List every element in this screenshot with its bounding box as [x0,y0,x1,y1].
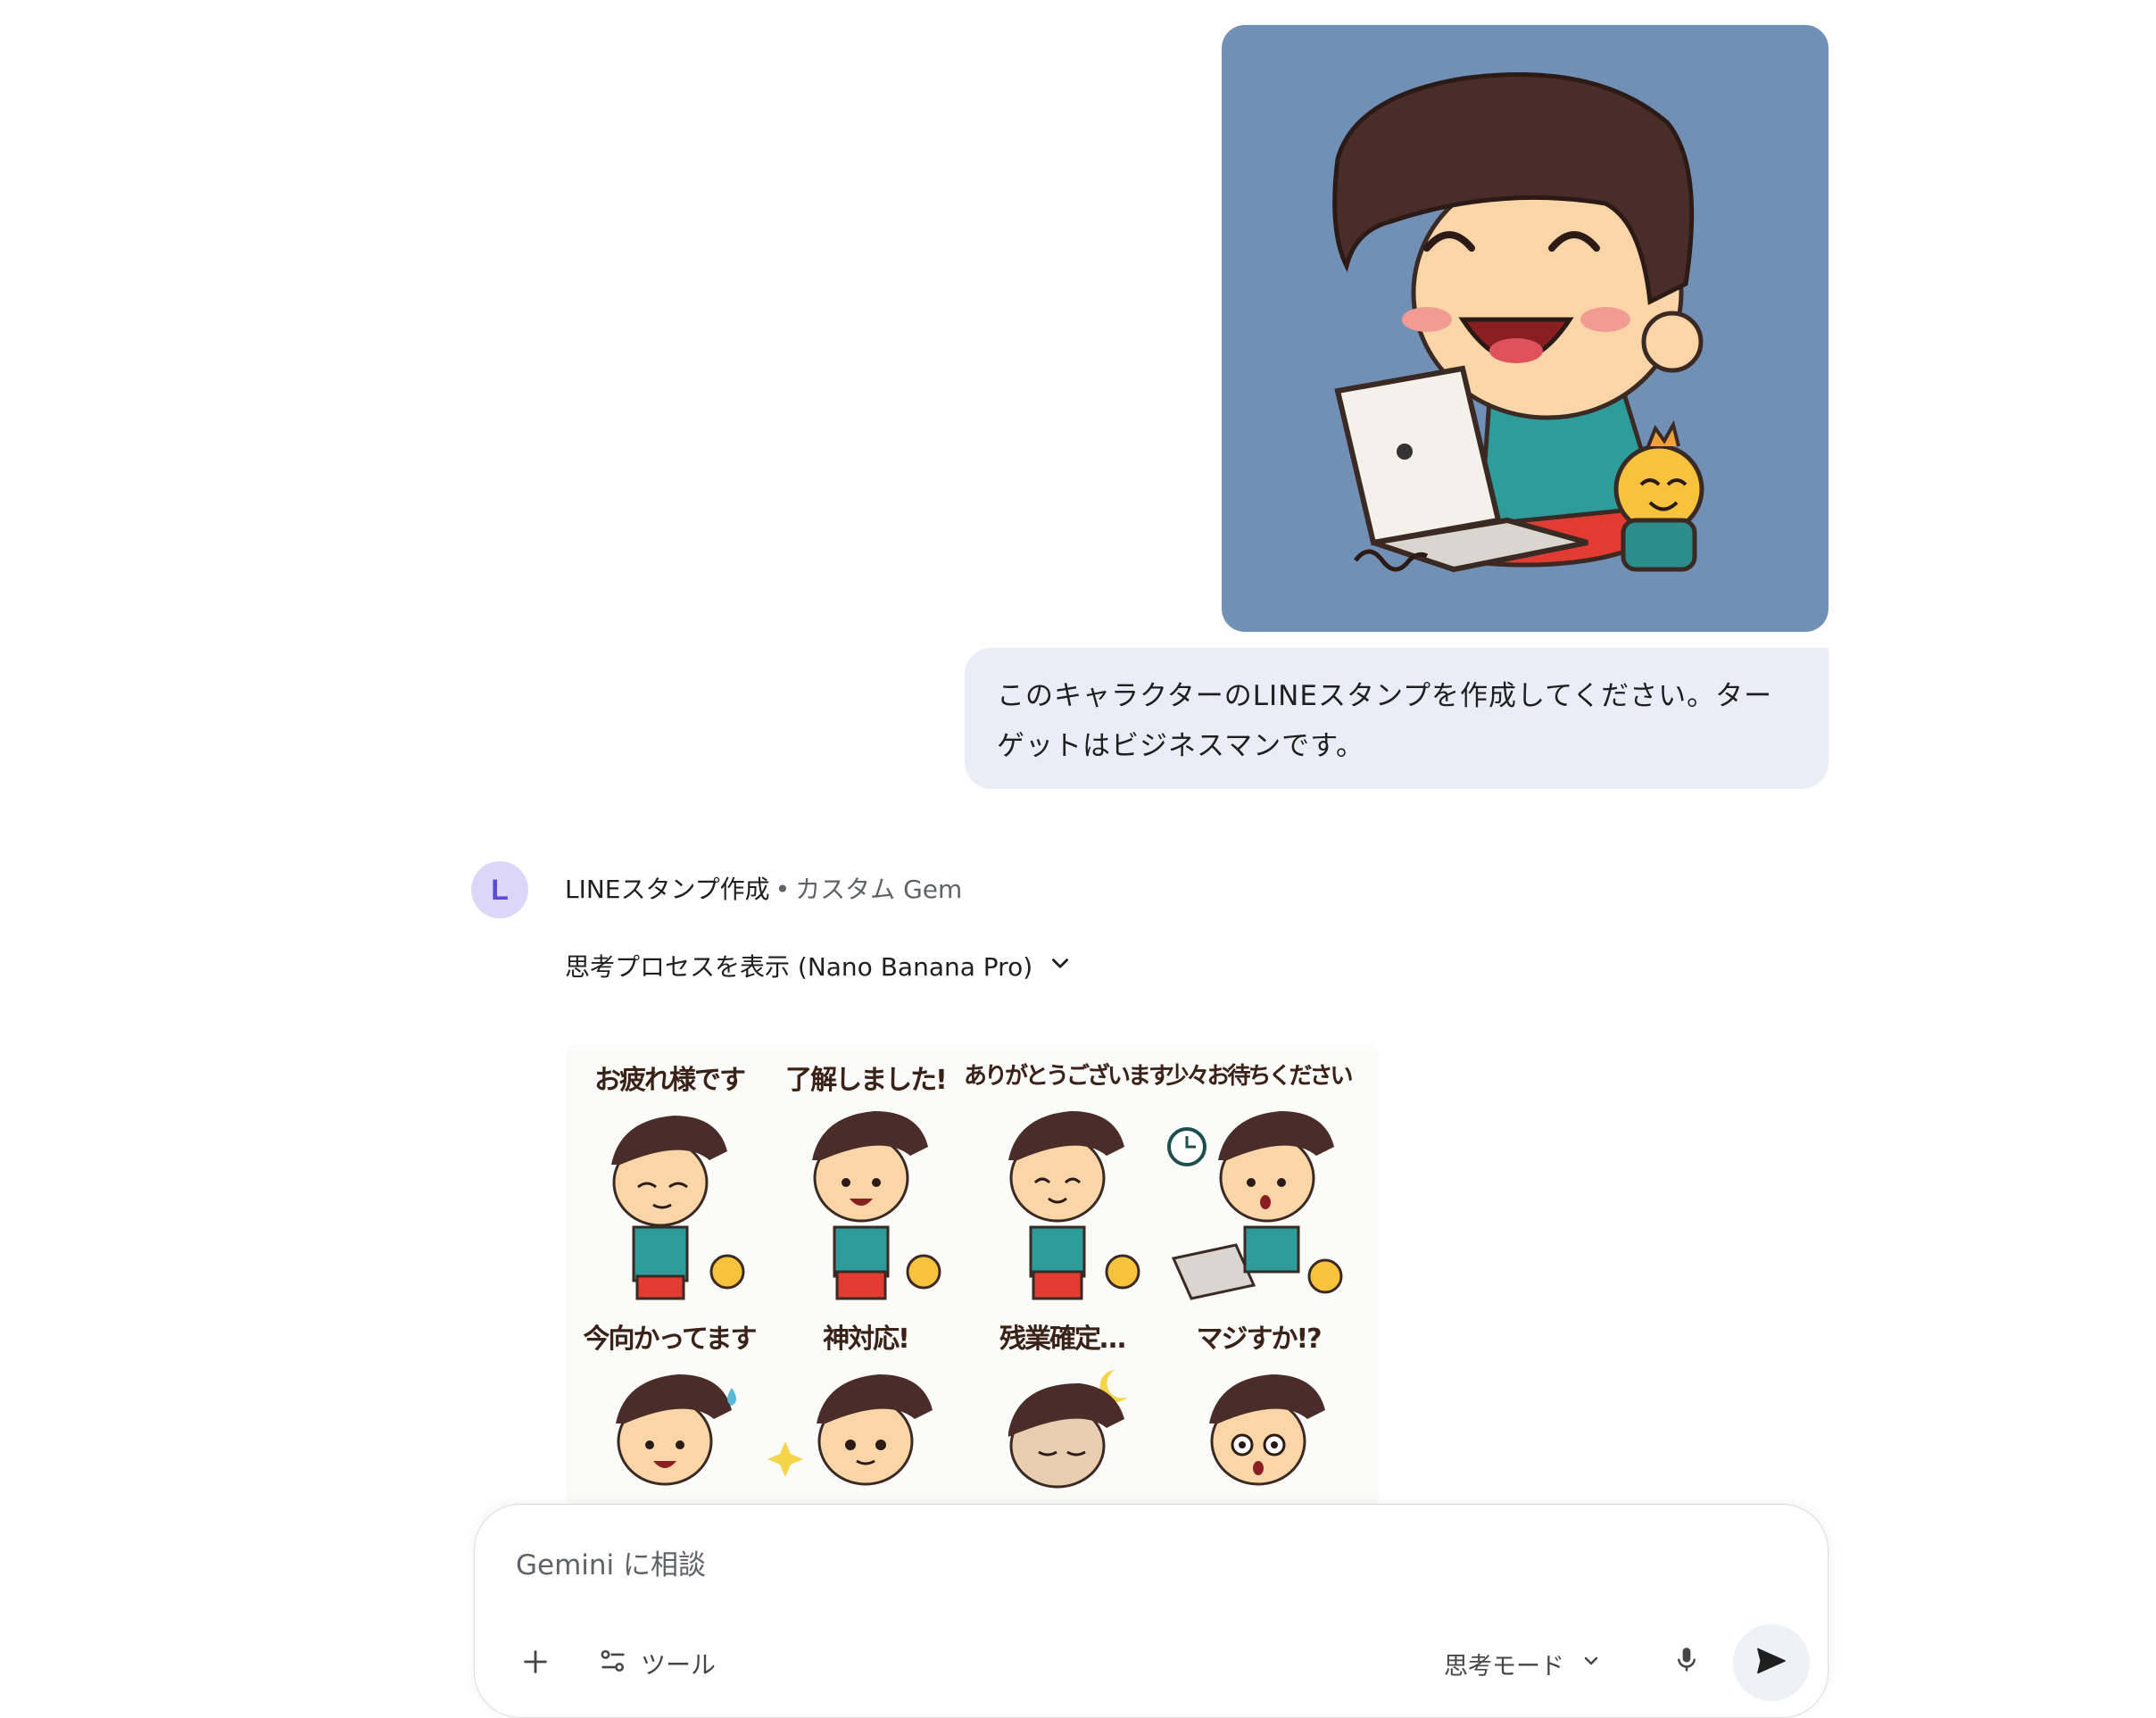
sticker-character-icon [767,1374,933,1486]
thinking-label: 思考プロセスを表示 (Nano Banana Pro) [565,952,1033,982]
sticker-caption: マジすか!? [1196,1324,1322,1355]
sticker-majisuka: マジすか!? [1160,1307,1356,1508]
gem-avatar: L [471,861,528,918]
character-with-laptop-image [1332,72,1704,573]
sticker-character-icon [611,1116,745,1300]
sticker-caption: 神対応! [823,1324,910,1355]
gem-header: LINEスタンプ作成 • カスタム Gem [565,870,962,909]
sticker-character-icon [1008,1370,1128,1489]
sticker-character-icon [616,1374,736,1486]
sticker-caption: ありがとうございます [964,1063,1172,1090]
show-thinking-toggle[interactable]: 思考プロセスを表示 (Nano Banana Pro) [565,948,1072,987]
gem-header-separator: • [775,875,791,904]
sticker-otsukaresama: お疲れ様です [571,1049,767,1307]
gem-avatar-letter: L [491,873,509,906]
send-icon [1754,1643,1789,1682]
user-message-text: このキャラクターのLINEスタンプを作成してください。ターゲットはビジネスマンで… [997,680,1773,762]
mode-label: 思考モード [1444,1652,1564,1681]
sticker-caption: 今向かってます [583,1324,758,1355]
plus-icon [520,1647,551,1681]
sticker-kami-taiou: 神対応! [767,1307,964,1508]
gem-type-label: カスタム Gem [795,875,963,904]
tools-label: ツール [641,1650,717,1680]
generated-sticker-sheet-image[interactable]: お疲れ様です 了解しました! ありがとうございます 少々お待ちください 今向かっ… [567,1044,1379,1508]
sticker-ima-mukatte: 今向かってます [571,1307,767,1508]
send-button[interactable] [1733,1624,1810,1701]
sticker-character-icon [1167,1111,1343,1300]
prompt-composer: ツール 思考モード [474,1504,1828,1718]
sticker-zangyou-kakutei: 残業確定… [964,1307,1160,1508]
sticker-caption: 少々お待ちください [1165,1063,1353,1090]
user-message-bubble: このキャラクターのLINEスタンプを作成してください。ターゲットはビジネスマンで… [965,648,1828,789]
sticker-caption: お疲れ様です [594,1065,746,1096]
chevron-down-icon [1049,948,1072,987]
sticker-character-icon [1008,1111,1140,1300]
uploaded-character-image[interactable] [1222,25,1828,632]
sticker-character-icon [1209,1374,1325,1486]
sticker-ryoukai: 了解しました! [767,1049,964,1307]
tune-icon [598,1646,628,1682]
tools-button[interactable]: ツール [598,1639,716,1689]
sticker-caption: 残業確定… [999,1324,1126,1355]
thinking-mode-select[interactable]: 思考モード [1444,1639,1602,1689]
sticker-character-icon [812,1111,941,1300]
add-button[interactable] [510,1639,560,1689]
sticker-arigatou: ありがとうございます [964,1049,1172,1307]
chevron-down-icon [1580,1650,1602,1678]
sticker-caption: 了解しました! [785,1065,948,1096]
mic-button[interactable] [1662,1637,1712,1687]
gem-name[interactable]: LINEスタンプ作成 [565,875,770,904]
mic-icon [1673,1645,1700,1679]
sticker-shoushou-omachi: 少々お待ちください [1160,1049,1356,1307]
prompt-input[interactable] [516,1540,1587,1590]
